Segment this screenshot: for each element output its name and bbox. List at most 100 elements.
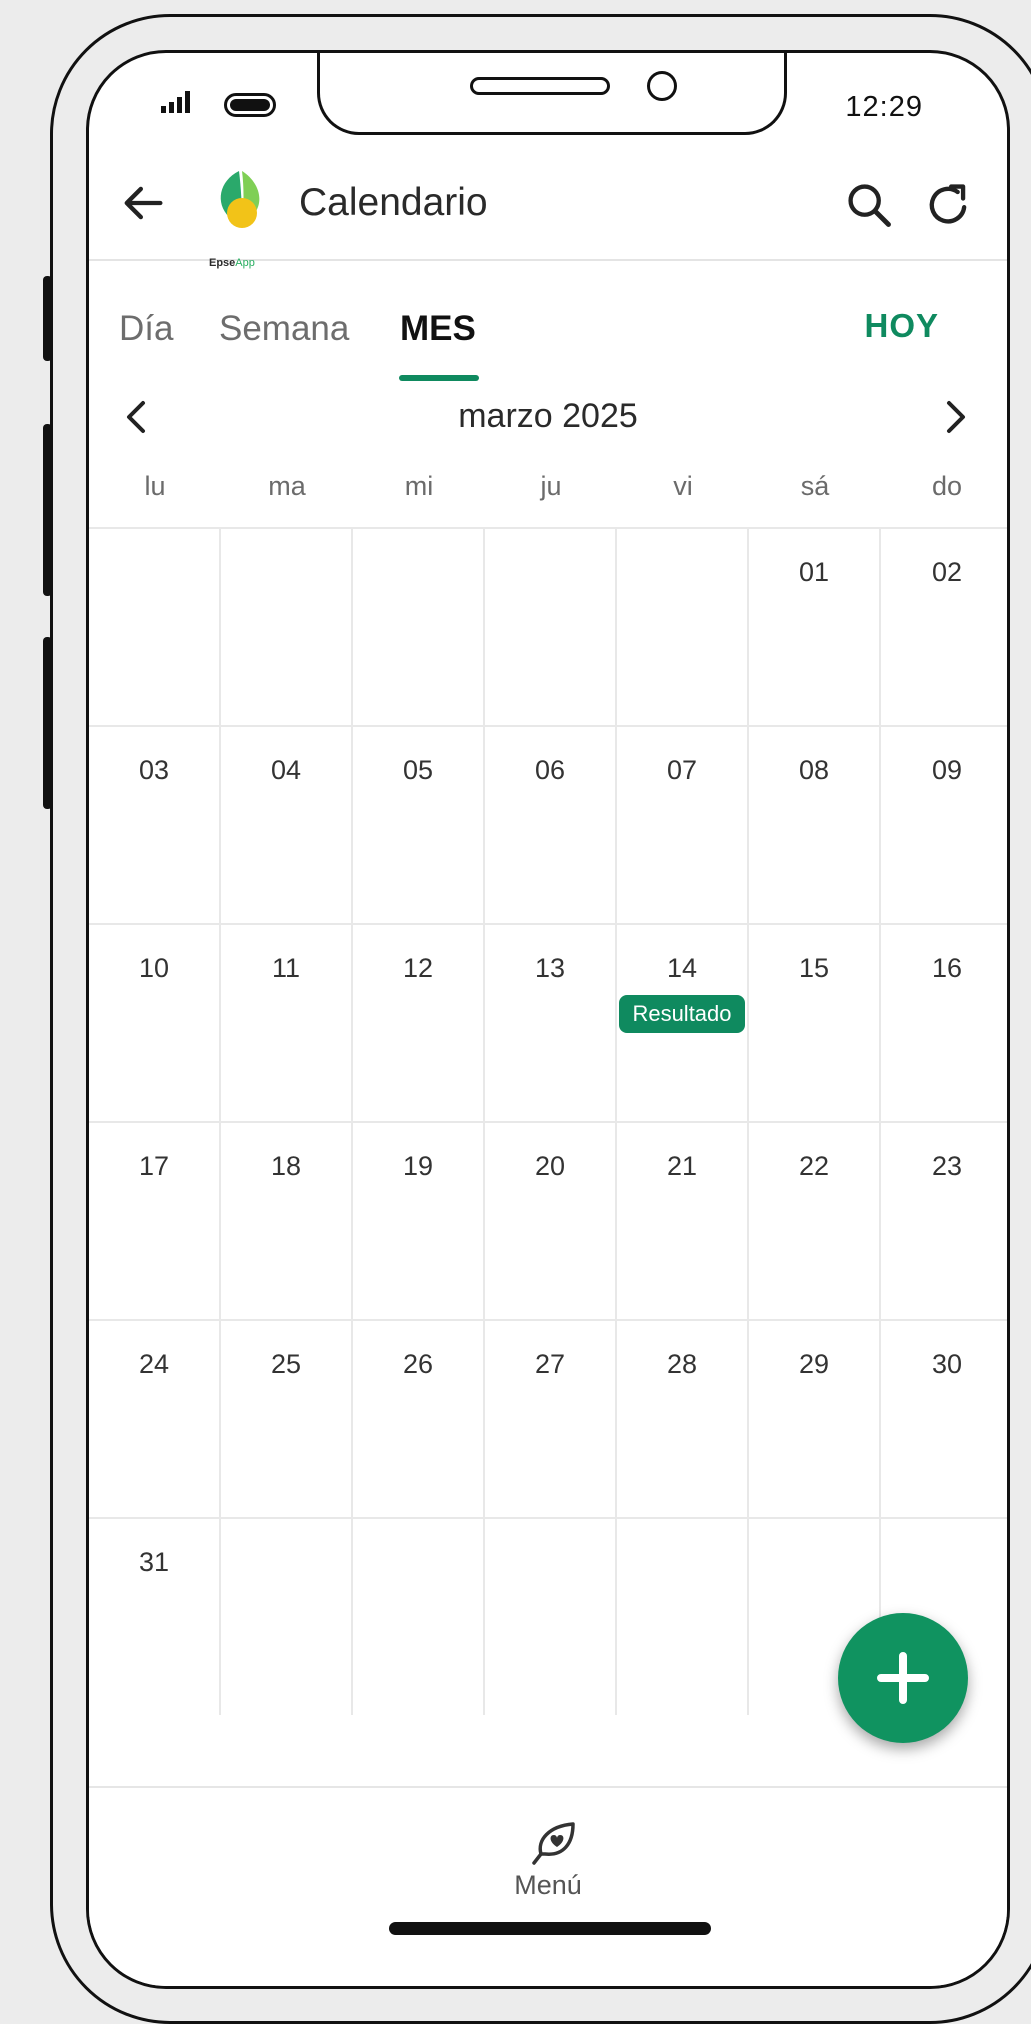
calendar-day-cell[interactable]: 07 bbox=[617, 727, 749, 923]
day-number: 30 bbox=[931, 1349, 963, 1379]
weekday-header: lu ma mi ju vi sá do bbox=[89, 471, 1007, 527]
calendar-day-cell[interactable]: 29 bbox=[749, 1321, 881, 1517]
add-event-button[interactable] bbox=[838, 1613, 968, 1743]
weekday-label: lu bbox=[144, 471, 166, 501]
weekday-label: mi bbox=[404, 471, 434, 501]
calendar-day-cell[interactable]: 01 bbox=[749, 529, 881, 725]
calendar-day-cell[interactable]: 22 bbox=[749, 1123, 881, 1319]
calendar-day-cell[interactable]: 30 bbox=[881, 1321, 1007, 1517]
chevron-right-icon[interactable] bbox=[935, 393, 975, 441]
battery-icon bbox=[224, 93, 276, 117]
calendar-day-cell[interactable]: 14 Resultado bbox=[617, 925, 749, 1121]
day-number: 18 bbox=[270, 1151, 302, 1181]
day-number: 13 bbox=[534, 953, 566, 983]
day-number: 11 bbox=[271, 953, 301, 983]
calendar-empty-cell bbox=[617, 529, 749, 725]
calendar-empty-cell bbox=[485, 1519, 617, 1715]
leaf-heart-icon[interactable] bbox=[527, 1816, 581, 1866]
app-bar: EpseApp Calendario bbox=[89, 149, 1007, 269]
day-number: 21 bbox=[666, 1151, 698, 1181]
search-icon[interactable] bbox=[843, 179, 895, 231]
home-indicator bbox=[389, 1922, 711, 1935]
calendar-day-cell[interactable]: 25 bbox=[221, 1321, 353, 1517]
day-number: 23 bbox=[931, 1151, 963, 1181]
calendar-day-cell[interactable]: 17 bbox=[89, 1123, 221, 1319]
day-number: 17 bbox=[138, 1151, 170, 1181]
day-number: 15 bbox=[798, 953, 830, 983]
tab-semana[interactable]: Semana bbox=[219, 309, 349, 349]
calendar-day-cell[interactable]: 16 bbox=[881, 925, 1007, 1121]
day-number: 31 bbox=[138, 1547, 170, 1577]
day-number: 28 bbox=[666, 1349, 698, 1379]
calendar-day-cell[interactable]: 11 bbox=[221, 925, 353, 1121]
day-number: 07 bbox=[666, 755, 698, 785]
weekday-label: ju bbox=[540, 471, 562, 501]
calendar-day-cell[interactable]: 09 bbox=[881, 727, 1007, 923]
calendar-day-cell[interactable]: 27 bbox=[485, 1321, 617, 1517]
menu-label[interactable]: Menú bbox=[89, 1870, 1007, 1901]
calendar-empty-cell bbox=[485, 529, 617, 725]
day-number: 14 bbox=[666, 953, 698, 983]
calendar-day-cell[interactable]: 24 bbox=[89, 1321, 221, 1517]
weekday-label: vi bbox=[673, 471, 693, 501]
status-time: 12:29 bbox=[845, 91, 923, 123]
calendar-empty-cell bbox=[617, 1519, 749, 1715]
day-number: 02 bbox=[931, 557, 963, 587]
calendar-empty-cell bbox=[221, 1519, 353, 1715]
calendar-day-cell[interactable]: 19 bbox=[353, 1123, 485, 1319]
day-number: 08 bbox=[798, 755, 830, 785]
arrow-left-icon[interactable] bbox=[117, 177, 169, 229]
calendar-day-cell[interactable]: 04 bbox=[221, 727, 353, 923]
day-number: 27 bbox=[534, 1349, 566, 1379]
calendar-day-cell[interactable]: 10 bbox=[89, 925, 221, 1121]
calendar-day-cell[interactable]: 08 bbox=[749, 727, 881, 923]
calendar-day-cell[interactable]: 13 bbox=[485, 925, 617, 1121]
calendar-day-cell[interactable]: 03 bbox=[89, 727, 221, 923]
weekday-label: do bbox=[931, 471, 963, 501]
day-number: 03 bbox=[138, 755, 170, 785]
tab-dia[interactable]: Día bbox=[119, 309, 173, 349]
view-tabs: Día Semana MES HOY bbox=[89, 259, 1007, 381]
calendar-day-cell[interactable]: 02 bbox=[881, 529, 1007, 725]
calendar-day-cell[interactable]: 12 bbox=[353, 925, 485, 1121]
speaker bbox=[470, 77, 610, 95]
day-number: 10 bbox=[138, 953, 170, 983]
refresh-icon[interactable] bbox=[923, 179, 975, 231]
day-number: 20 bbox=[534, 1151, 566, 1181]
calendar-week-row: 24 25 26 27 28 29 30 bbox=[89, 1319, 1007, 1517]
calendar-day-cell[interactable]: 21 bbox=[617, 1123, 749, 1319]
calendar-empty-cell bbox=[353, 1519, 485, 1715]
calendar-day-cell[interactable]: 26 bbox=[353, 1321, 485, 1517]
calendar-day-cell[interactable]: 05 bbox=[353, 727, 485, 923]
calendar-day-cell[interactable]: 18 bbox=[221, 1123, 353, 1319]
today-button[interactable]: HOY bbox=[864, 307, 939, 345]
month-navigation: marzo 2025 bbox=[89, 379, 1007, 459]
plus-icon bbox=[877, 1652, 929, 1704]
day-number: 09 bbox=[931, 755, 963, 785]
day-number: 22 bbox=[798, 1151, 830, 1181]
calendar-day-cell[interactable]: 23 bbox=[881, 1123, 1007, 1319]
weekday-label: ma bbox=[268, 471, 306, 501]
calendar-day-cell[interactable]: 06 bbox=[485, 727, 617, 923]
phone-notch bbox=[317, 53, 787, 135]
calendar-week-row: 01 02 bbox=[89, 527, 1007, 725]
calendar-day-cell[interactable]: 28 bbox=[617, 1321, 749, 1517]
calendar-day-cell[interactable]: 20 bbox=[485, 1123, 617, 1319]
calendar-empty-cell bbox=[221, 529, 353, 725]
calendar-week-row: 10 11 12 13 14 Resultado 15 16 bbox=[89, 923, 1007, 1121]
day-number: 01 bbox=[798, 557, 830, 587]
calendar-day-cell[interactable]: 31 bbox=[89, 1519, 221, 1715]
day-number: 24 bbox=[138, 1349, 170, 1379]
calendar-empty-cell bbox=[89, 529, 221, 725]
app-logo bbox=[220, 171, 260, 228]
calendar-week-row: 17 18 19 20 21 22 23 bbox=[89, 1121, 1007, 1319]
tab-mes[interactable]: MES bbox=[400, 309, 476, 349]
day-number: 06 bbox=[534, 755, 566, 785]
weekday-label: sá bbox=[800, 471, 830, 501]
day-number: 25 bbox=[270, 1349, 302, 1379]
day-number: 16 bbox=[931, 953, 963, 983]
day-number: 04 bbox=[270, 755, 302, 785]
event-chip[interactable]: Resultado bbox=[619, 995, 745, 1033]
calendar-day-cell[interactable]: 15 bbox=[749, 925, 881, 1121]
month-title: marzo 2025 bbox=[458, 397, 638, 435]
